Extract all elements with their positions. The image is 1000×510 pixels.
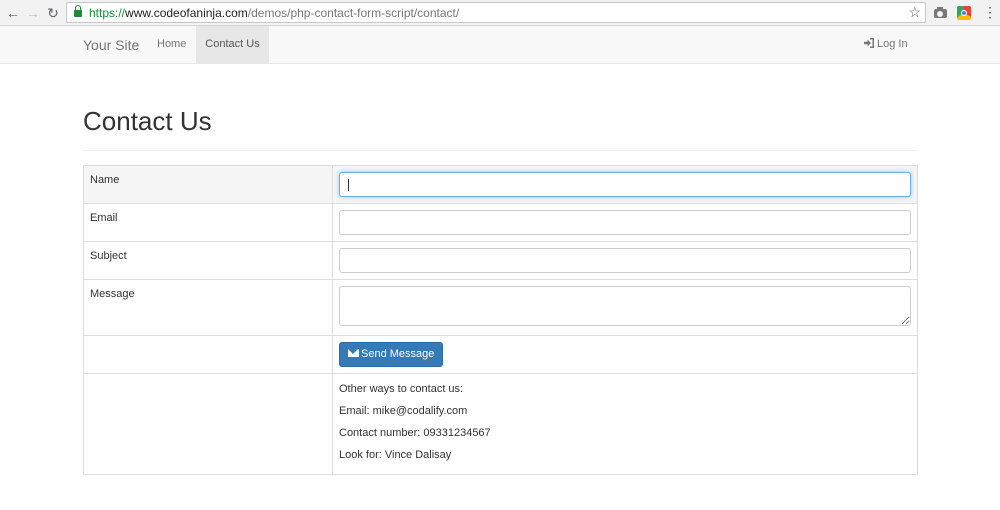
log-in-icon (864, 38, 874, 48)
lock-icon (74, 5, 82, 17)
send-message-label: Send Message (361, 348, 435, 360)
login-label: Log In (877, 38, 908, 50)
nav-contact-link[interactable]: Contact Us (196, 26, 269, 63)
menu-dots-icon[interactable]: ⋮ (983, 4, 997, 20)
subject-row: Subject (83, 241, 918, 280)
bookmark-star-icon[interactable]: ☆ (908, 4, 921, 21)
send-message-button[interactable]: Send Message (339, 342, 444, 367)
chrome-extension-icon[interactable] (956, 5, 972, 21)
subject-input[interactable] (339, 248, 911, 273)
contact-info-row: Other ways to contact us: Email: mike@co… (83, 373, 918, 475)
brand-link[interactable]: Your Site (83, 37, 139, 53)
message-row: Message (83, 279, 918, 336)
url-path: /demos/php-contact-form-script/contact/ (247, 6, 460, 20)
url-host: www.codeofaninja.com (125, 6, 248, 20)
name-label: Name (83, 165, 333, 204)
forward-icon[interactable]: → (24, 4, 42, 22)
contact-form-table: Name Email Subject Message Send Message … (83, 165, 918, 475)
reload-icon[interactable]: ↻ (44, 4, 62, 22)
address-bar[interactable]: https://www.codeofaninja.com/demos/php-c… (66, 2, 926, 23)
subject-label: Subject (83, 241, 333, 280)
contact-number: Contact number: 09331234567 (339, 427, 491, 439)
page-title: Contact Us (83, 106, 212, 136)
name-row: Name (83, 165, 918, 204)
other-ways-heading: Other ways to contact us: (339, 383, 464, 395)
message-label: Message (83, 279, 333, 336)
text-caret (348, 179, 349, 191)
back-icon[interactable]: ← (4, 4, 22, 22)
title-divider (83, 150, 918, 151)
url-scheme: https:// (89, 6, 126, 20)
login-link[interactable]: Log In (864, 26, 908, 63)
submit-row: Send Message (83, 335, 918, 374)
contact-email: Email: mike@codalify.com (339, 405, 468, 417)
email-label: Email (83, 203, 333, 242)
email-row: Email (83, 203, 918, 242)
site-navbar: Your Site Home Contact Us Log In (0, 26, 1000, 64)
browser-toolbar: ← → ↻ https://www.codeofaninja.com/demos… (0, 0, 1000, 26)
camera-icon[interactable] (933, 5, 949, 21)
email-input[interactable] (339, 210, 911, 235)
envelope-icon (348, 349, 359, 357)
nav-home-link[interactable]: Home (146, 26, 197, 63)
contact-person: Look for: Vince Dalisay (339, 449, 452, 461)
message-textarea[interactable] (339, 286, 911, 326)
url-text[interactable]: https://www.codeofaninja.com/demos/php-c… (89, 6, 459, 20)
name-input[interactable] (339, 172, 911, 197)
submit-row-spacer (83, 335, 333, 374)
info-row-spacer (83, 373, 333, 475)
